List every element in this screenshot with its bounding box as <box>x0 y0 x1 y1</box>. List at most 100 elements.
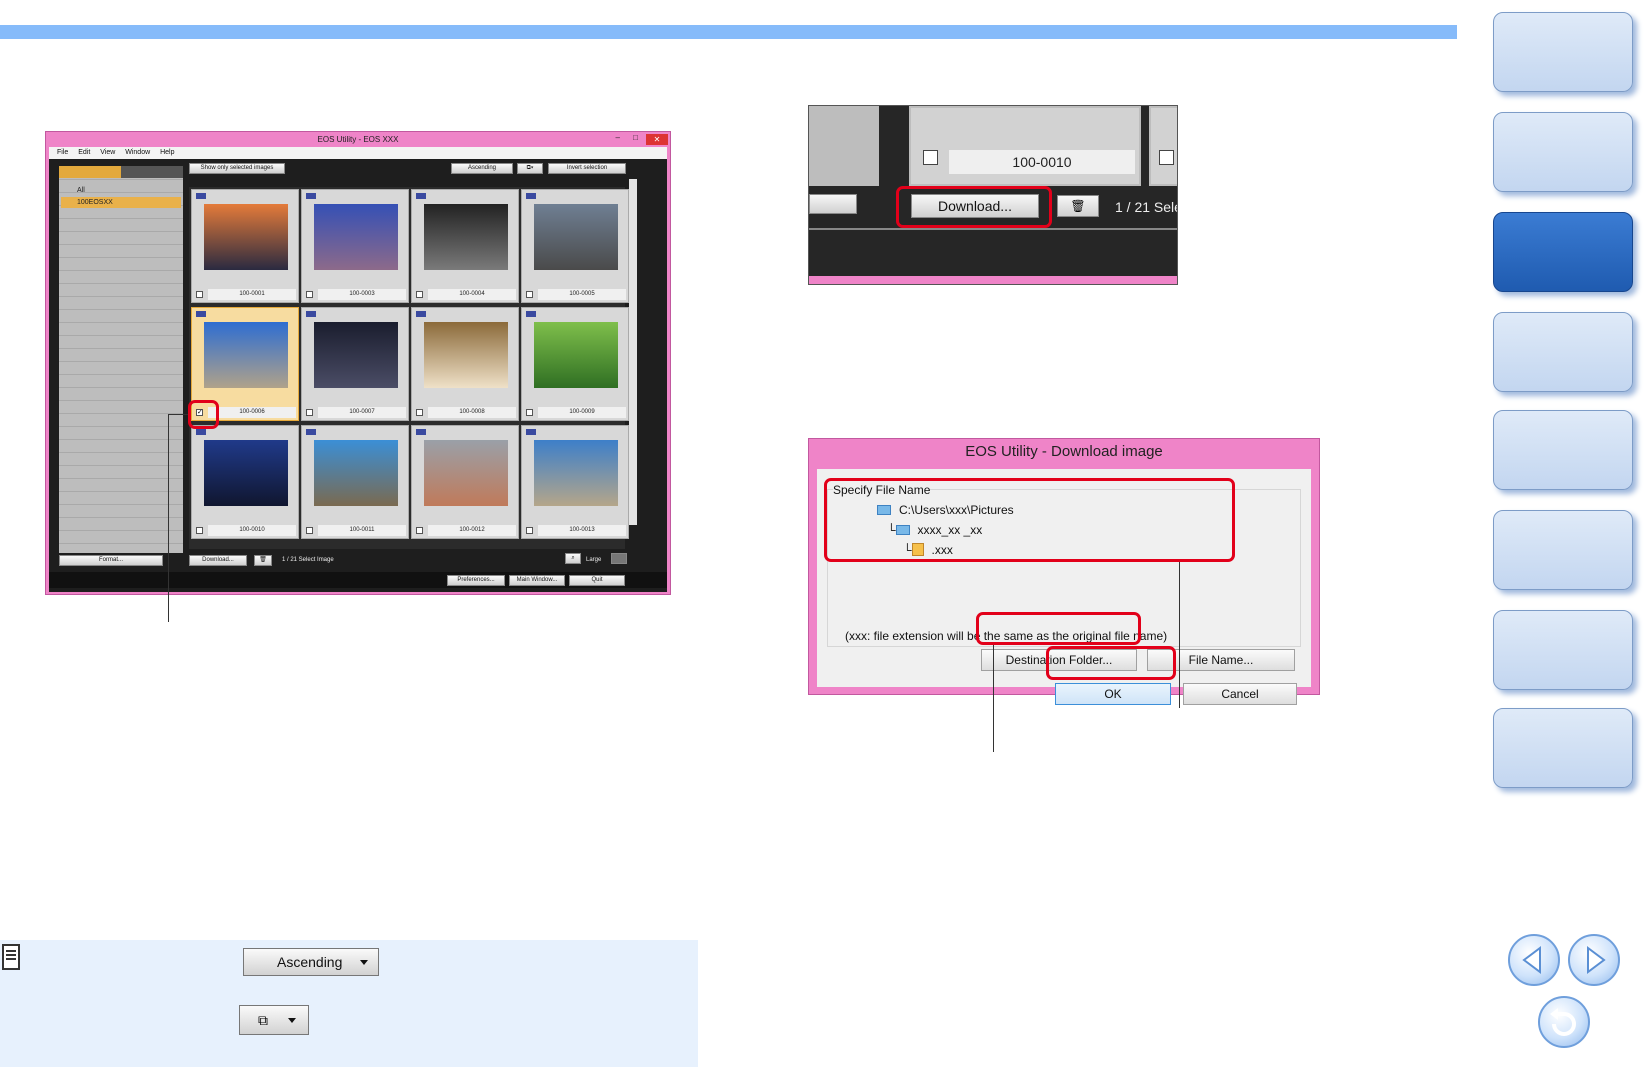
group-button-sample: ⧉ <box>239 1005 309 1035</box>
thumbnail-item[interactable]: 100-0013 <box>521 425 629 539</box>
menu-window[interactable]: Window <box>125 147 150 159</box>
thumbnail-checkbox[interactable] <box>416 409 423 416</box>
nav-tab-6[interactable] <box>1493 510 1633 590</box>
thumbnail-checkbox-next[interactable] <box>1159 150 1174 165</box>
size-label: Large <box>586 557 602 563</box>
thumbnail-item[interactable]: 100-0003 <box>301 189 409 303</box>
size-slider[interactable] <box>611 553 627 564</box>
folder-tabs <box>59 166 183 178</box>
destination-folder-highlight <box>976 612 1141 645</box>
thumbnail-checkbox[interactable] <box>306 291 313 298</box>
thumbnail-item[interactable]: 100-0009 <box>521 307 629 421</box>
thumbnail-checkbox[interactable] <box>416 291 423 298</box>
thumbnail-item[interactable]: 100-0005 <box>521 189 629 303</box>
thumbnail-item[interactable]: 100-0001 <box>191 189 299 303</box>
thumbnail-image <box>534 204 618 270</box>
group-dropdown[interactable]: ⧉▾ <box>517 163 543 174</box>
format-button-partial[interactable] <box>809 194 857 214</box>
show-selected-button[interactable]: Show only selected images <box>189 163 285 174</box>
folder-tab[interactable] <box>59 166 121 178</box>
callout-line-destination <box>993 645 994 752</box>
group-icon: ⧉ <box>258 1012 268 1028</box>
window-body: All 100EOSXX Show only selected images A… <box>49 159 667 592</box>
arrow-right-icon <box>1587 946 1606 974</box>
thumbnail-checkbox[interactable] <box>526 291 533 298</box>
nav-tab-7[interactable] <box>1493 610 1633 690</box>
thumbnail-grid: 100-0001 100-0003 100-0004 100-0005 ✓ 100-000… <box>189 187 629 549</box>
dropdown-arrow-icon <box>360 960 368 965</box>
thumbnail-image <box>534 322 618 388</box>
nav-tab-2[interactable] <box>1493 112 1633 192</box>
thumbnail-image <box>424 322 508 388</box>
nav-tab-3-active[interactable] <box>1493 212 1633 292</box>
folder-all[interactable]: All <box>77 187 85 194</box>
thumbnail-image <box>204 322 288 388</box>
thumbnail-card <box>909 106 1141 186</box>
download-button[interactable]: Download... <box>189 555 247 566</box>
file-type-badge-icon <box>306 311 316 317</box>
top-accent-band <box>0 25 1457 39</box>
thumbnail-label: 100-0012 <box>428 525 516 536</box>
dropdown-arrow-icon <box>288 1018 296 1023</box>
nav-tab-1[interactable] <box>1493 12 1633 92</box>
nav-tab-8[interactable] <box>1493 708 1633 788</box>
menu-bar: File Edit View Window Help <box>49 147 667 159</box>
thumbnail-label: 100-0010 <box>949 150 1135 174</box>
next-page-button[interactable] <box>1568 934 1620 986</box>
file-type-badge-icon <box>196 193 206 199</box>
thumbnail-image <box>314 322 398 388</box>
quit-button[interactable]: Quit <box>569 575 625 586</box>
nav-tab-5[interactable] <box>1493 410 1633 490</box>
thumbnail-label: 100-0009 <box>538 407 626 418</box>
maximize-button[interactable]: □ <box>633 133 638 142</box>
thumbnail-checkbox[interactable] <box>526 527 533 534</box>
thumbnail-checkbox[interactable] <box>526 409 533 416</box>
folder-100eosxx[interactable]: 100EOSXX <box>61 197 181 208</box>
thumbnail-checkbox[interactable] <box>306 409 313 416</box>
menu-view[interactable]: View <box>100 147 115 159</box>
file-type-badge-icon <box>306 193 316 199</box>
file-type-badge-icon <box>416 429 426 435</box>
trash-icon[interactable]: 🗑 <box>1057 195 1099 217</box>
menu-edit[interactable]: Edit <box>78 147 90 159</box>
close-button[interactable]: ✕ <box>646 134 668 145</box>
thumbnail-label: 100-0011 <box>318 525 406 536</box>
thumbnail-item[interactable]: 100-0012 <box>411 425 519 539</box>
menu-file[interactable]: File <box>57 147 68 159</box>
thumbnail-item[interactable]: 100-0008 <box>411 307 519 421</box>
thumbnail-checkbox[interactable] <box>416 527 423 534</box>
ok-button[interactable]: OK <box>1055 683 1171 705</box>
thumbnail-item[interactable]: 100-0004 <box>411 189 519 303</box>
previous-page-button[interactable] <box>1508 934 1560 986</box>
thumbnail-label: 100-0001 <box>208 289 296 300</box>
selection-count-zoom: 1 / 21 Sele <box>1115 199 1178 215</box>
nav-tab-4[interactable] <box>1493 312 1633 392</box>
thumbnail-item[interactable]: 100-0010 <box>191 425 299 539</box>
invert-selection-button[interactable]: Invert selection <box>548 163 626 174</box>
thumbnail-checkbox[interactable] <box>923 150 938 165</box>
thumbnail-item[interactable]: 100-0011 <box>301 425 409 539</box>
checkbox-highlight <box>188 400 219 429</box>
menu-help[interactable]: Help <box>160 147 174 159</box>
return-button[interactable] <box>1538 996 1590 1048</box>
thumbnail-checkbox[interactable] <box>306 527 313 534</box>
cancel-button[interactable]: Cancel <box>1183 683 1297 705</box>
folder-panel: All 100EOSXX <box>59 166 183 553</box>
thumbnail-label: 100-0008 <box>428 407 516 418</box>
sort-dropdown[interactable]: Ascending <box>451 163 513 174</box>
thumbnail-checkbox[interactable] <box>196 291 203 298</box>
window-title: EOS Utility - EOS XXX <box>317 135 399 144</box>
thumbnail-item[interactable]: 100-0007 <box>301 307 409 421</box>
file-name-highlight <box>824 478 1235 562</box>
trash-button[interactable]: 🗑 <box>254 555 272 566</box>
scrollbar[interactable] <box>629 179 637 525</box>
ok-button-highlight <box>1046 646 1176 680</box>
callout-line-filename <box>1179 562 1180 708</box>
bottom-bar: Preferences... Main Window... Quit <box>49 572 667 588</box>
preferences-button[interactable]: Preferences... <box>447 575 505 586</box>
minimize-button[interactable]: – <box>616 133 620 142</box>
main-window-button[interactable]: Main Window... <box>509 575 565 586</box>
format-button[interactable]: Format... <box>59 555 163 566</box>
thumbnail-checkbox[interactable] <box>196 527 203 534</box>
zoom-icon[interactable]: ⌕ <box>565 553 581 564</box>
